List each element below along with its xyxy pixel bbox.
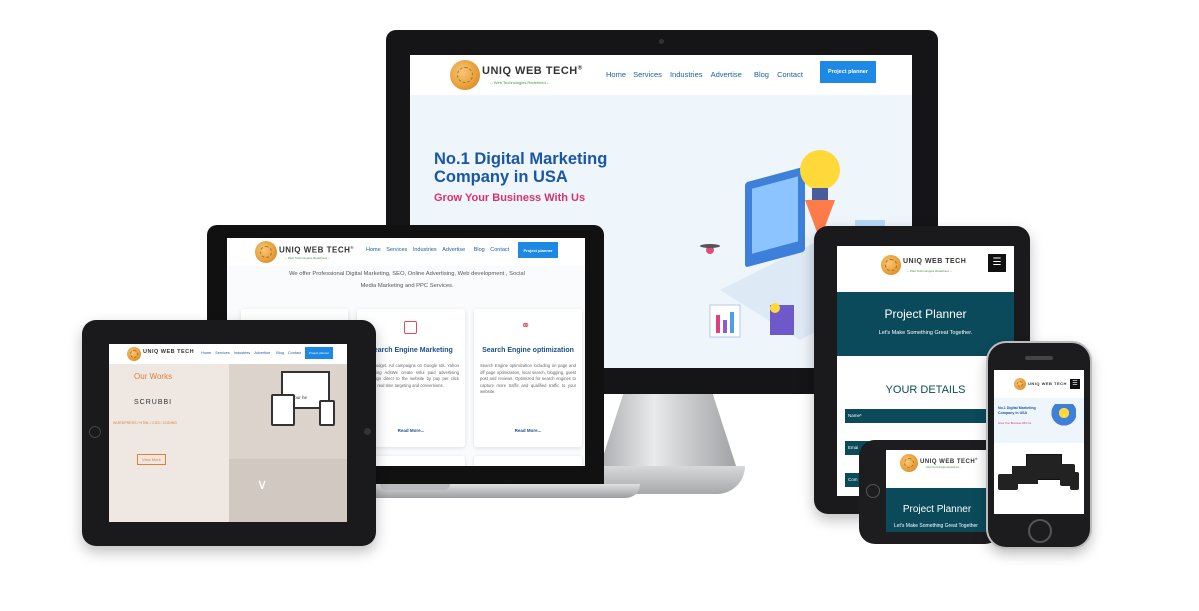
laptop-notch (380, 484, 450, 490)
monitor-stand-neck (598, 394, 738, 472)
phone-home-button (1028, 519, 1052, 543)
monitor-camera (659, 39, 664, 44)
devices-mockup (998, 454, 1080, 496)
laptop-navbar: UNIQ WEB TECH® -- Web Technologies Redef… (227, 238, 585, 266)
works-title: Our Works (134, 372, 173, 381)
logo-fingerprint-icon (450, 60, 480, 90)
preview-phone (319, 400, 335, 426)
card-text: Search Engine optimization including on … (480, 363, 576, 394)
logo-fingerprint-icon (127, 347, 141, 361)
read-more-link[interactable]: Read More... (474, 428, 582, 433)
planner-subtitle: Let's Make Something Great Together. (878, 330, 973, 336)
logo-fingerprint-icon (255, 241, 277, 263)
phone-portrait-screen: UNIQ WEB TECH ☰ No.1 Digital Marketing C… (994, 370, 1084, 514)
tablet-navbar: UNIQ WEB TECH -- Web Technologies Redefi… (837, 246, 1014, 290)
nav-blog[interactable]: Blog (276, 351, 284, 355)
nav-industries[interactable]: Industries (234, 351, 250, 355)
works-preview-lower (229, 459, 347, 522)
project-tags: WORDPRESS / HTML / CSS / CODING (113, 421, 177, 425)
tablet-nav-menu: Home Services Industries Advertise Blog … (201, 351, 301, 355)
tablet-landscape-screen: UNIQ WEB TECH Home Services Industries A… (109, 344, 347, 522)
nav-contact[interactable]: Contact (288, 351, 301, 355)
project-planner-button[interactable]: Project planner (518, 242, 558, 258)
view-more-button[interactable]: View More (137, 454, 166, 465)
brand-tagline: -- Web Technologies Redefined -- (924, 466, 962, 469)
project-planner-button[interactable]: Project planner (820, 61, 876, 83)
nav-advertise[interactable]: Advertise (254, 351, 270, 355)
nav-contact[interactable]: Contact (490, 247, 509, 253)
card-text: ently budget. Ad campaigns on Google rds… (363, 363, 459, 388)
works-panel (109, 364, 229, 522)
planner-title: Project Planner (884, 307, 967, 321)
preview-tablet (271, 394, 295, 426)
tablet-navbar: UNIQ WEB TECH Home Services Industries A… (109, 344, 347, 364)
nav-blog[interactable]: Blog (474, 247, 485, 253)
card-title: Search Engine optimization (482, 347, 574, 354)
project-name: SCRUBBI (134, 399, 173, 406)
name-field[interactable]: Name* (845, 409, 1006, 423)
hero-subtitle: Grow Your Business With Us (434, 192, 586, 204)
hero-illustration (1046, 404, 1076, 434)
nav-industries[interactable]: Industries (413, 247, 437, 253)
phone-speaker (1025, 356, 1053, 360)
service-card-seo[interactable]: ⚭ Search Engine optimization Search Engi… (474, 309, 582, 447)
logo-fingerprint-icon (881, 255, 901, 275)
hero-title: No.1 Digital Marketing Company in USA (998, 406, 1036, 415)
nav-blog[interactable]: Blog (754, 70, 769, 79)
nav-home[interactable]: Home (366, 247, 381, 253)
phone-landscape-screen: UNIQ WEB TECH® -- Web Technologies Redef… (886, 450, 988, 532)
brand-name[interactable]: UNIQ WEB TECH (143, 349, 194, 355)
nav-services[interactable]: Services (633, 70, 662, 79)
nav-advertise[interactable]: Advertise (711, 70, 742, 79)
brand-name[interactable]: UNIQ WEB TECH® (279, 245, 354, 255)
tablet-home-button (89, 426, 101, 438)
service-card[interactable] (474, 456, 582, 466)
phone-home-button (866, 484, 880, 498)
brand-tagline: -- Web Technologies Redefined -- (285, 256, 330, 260)
nav-home[interactable]: Home (201, 351, 211, 355)
nav-home[interactable]: Home (606, 70, 626, 79)
brand-tagline: -- Web Technologies Redefined -- (490, 80, 550, 85)
brand-tagline: -- Web Technologies Redefined -- (907, 269, 952, 273)
hero-subtitle: Grow Your Business With Us (998, 422, 1032, 425)
brand-name[interactable]: UNIQ WEB TECH (1028, 381, 1067, 386)
hamburger-menu-icon[interactable]: ☰ (1070, 379, 1080, 389)
nav-advertise[interactable]: Advertise (442, 247, 465, 253)
project-planner-button[interactable]: Project planner (305, 347, 333, 359)
nav-services[interactable]: Services (386, 247, 407, 253)
nav-industries[interactable]: Industries (670, 70, 703, 79)
logo-fingerprint-icon (1014, 378, 1026, 390)
monitor-nav-menu: Home Services Industries Advertise Blog … (606, 70, 803, 79)
nav-contact[interactable]: Contact (777, 70, 803, 79)
logo-fingerprint-icon (900, 454, 918, 472)
tablet-camera (364, 428, 371, 435)
laptop-nav-menu: Home Services Industries Advertise Blog … (366, 247, 509, 253)
monitor-navbar: UNIQ WEB TECH® -- Web Technologies Redef… (410, 55, 912, 95)
planner-title: Project Planner (902, 504, 972, 515)
chevron-down-icon[interactable]: ∨ (257, 476, 267, 493)
link-icon: ⚭ (521, 320, 531, 332)
brand-name[interactable]: UNIQ WEB TECH (903, 258, 966, 265)
brand-name[interactable]: UNIQ WEB TECH® (482, 65, 583, 77)
mockup-phone (1070, 472, 1079, 490)
services-intro: We offer Professional Digital Marketing,… (289, 271, 525, 289)
brand-name[interactable]: UNIQ WEB TECH® (920, 457, 978, 465)
hamburger-menu-icon[interactable]: ☰ (988, 254, 1006, 272)
chart-icon (404, 321, 417, 334)
planner-banner (837, 292, 1014, 356)
nav-services[interactable]: Services (215, 351, 230, 355)
mockup-tablet (998, 474, 1018, 490)
hero-title: No.1 Digital Marketing Company in USA (434, 150, 608, 186)
planner-subtitle: Let's Make Something Great Together (894, 523, 978, 529)
